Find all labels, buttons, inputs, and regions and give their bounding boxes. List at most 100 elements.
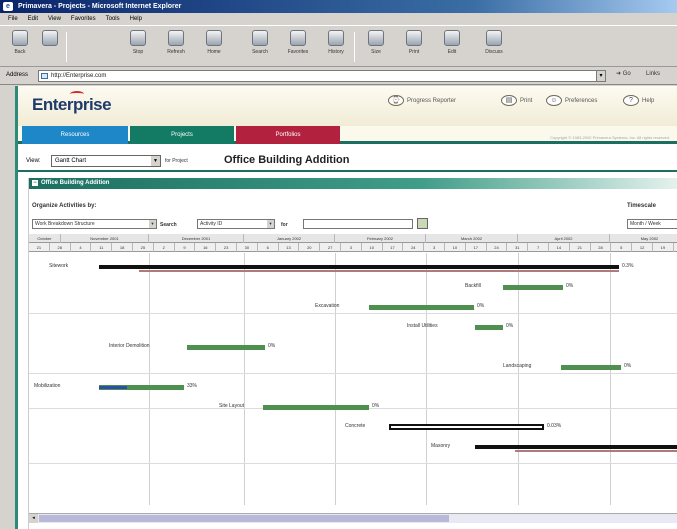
- month-cell: April 2002: [518, 234, 610, 243]
- task-label: Install Utilities: [407, 323, 438, 329]
- back-arrow-icon: [12, 30, 28, 46]
- window-title-bar: e Primavera - Projects - Microsoft Inter…: [0, 0, 677, 13]
- edit-button[interactable]: Edit: [438, 30, 466, 64]
- grid-line: [518, 253, 519, 505]
- discuss-button[interactable]: Discuss: [480, 30, 508, 64]
- task-bar[interactable]: [561, 365, 621, 370]
- task-bar[interactable]: [263, 405, 369, 410]
- week-cell: 13: [279, 243, 300, 252]
- preferences-link[interactable]: ☺ Preferences: [546, 95, 597, 107]
- grid-line: [335, 253, 336, 505]
- grid-line: [244, 253, 245, 505]
- history-icon: [328, 30, 344, 46]
- week-cell: 21: [29, 243, 50, 252]
- page-icon: [41, 73, 48, 79]
- week-cell: 28: [50, 243, 71, 252]
- search-field-select[interactable]: Activity ID ▼: [197, 219, 275, 229]
- print-button[interactable]: Print: [400, 30, 428, 64]
- menu-favorites[interactable]: Favorites: [71, 13, 96, 25]
- month-cell: January 2002: [244, 234, 335, 243]
- tab-portfolios[interactable]: Portfolios: [236, 126, 340, 144]
- tab-projects[interactable]: Projects: [130, 126, 234, 144]
- horizontal-scrollbar[interactable]: ◂: [29, 513, 677, 523]
- project-title: Office Building Addition: [224, 154, 350, 166]
- preferences-icon: ☺: [546, 95, 562, 106]
- month-header: October November 2001 December 2001 January…: [29, 234, 677, 243]
- percent-complete: 33%: [187, 383, 198, 389]
- task-bar[interactable]: [475, 325, 503, 330]
- grid-line: [610, 253, 611, 505]
- chevron-down-icon: ▼: [151, 156, 160, 166]
- scroll-left-icon[interactable]: ◂: [29, 514, 38, 523]
- organize-select[interactable]: Work Breakdown Structure ▼: [32, 219, 157, 229]
- scrollbar-thumb[interactable]: [39, 515, 449, 522]
- week-cell: 21: [570, 243, 591, 252]
- internet-explorer-icon: e: [3, 2, 13, 11]
- forward-button[interactable]: [36, 30, 64, 64]
- gantt-body: Sitework 0.3% Backfill 0% Excavation 0% Instal…: [29, 253, 677, 505]
- menu-tools[interactable]: Tools: [106, 13, 120, 25]
- menu-help[interactable]: Help: [130, 13, 142, 25]
- week-cell: 10: [362, 243, 383, 252]
- timescale-select[interactable]: Month / Week: [627, 219, 677, 229]
- week-header: 21 28 4 11 18 25 2 9 16 23 30 6 13 20 27 3 10 17 24 3 10 17 24…: [29, 243, 677, 252]
- address-input[interactable]: http://Enterprise.com: [38, 70, 604, 82]
- favorites-button[interactable]: Favorites: [284, 30, 312, 64]
- address-dropdown-button[interactable]: ▾: [596, 70, 606, 82]
- print-link[interactable]: ▤ Print: [501, 95, 532, 107]
- task-label: Excavation: [315, 303, 340, 309]
- task-label: Masonry: [431, 443, 451, 449]
- menu-edit[interactable]: Edit: [28, 13, 38, 25]
- week-cell: 27: [320, 243, 341, 252]
- stop-button[interactable]: Stop: [124, 30, 152, 64]
- grid-line: [29, 373, 677, 374]
- gantt-section: − Office Building Addition Organize Acti…: [28, 178, 677, 529]
- chevron-down-icon: ▼: [149, 220, 156, 228]
- links-button[interactable]: Links: [646, 71, 660, 77]
- text-size-button[interactable]: Size: [362, 30, 390, 64]
- week-cell: 19: [653, 243, 674, 252]
- week-cell: 17: [466, 243, 487, 252]
- menu-view[interactable]: View: [48, 13, 61, 25]
- find-button[interactable]: [417, 218, 428, 229]
- for-label: for: [281, 222, 288, 228]
- progress-reporter-link[interactable]: ⌚ Progress Reporter: [388, 95, 456, 107]
- section-header[interactable]: − Office Building Addition: [29, 178, 677, 189]
- section-title: Office Building Addition: [41, 180, 110, 186]
- task-bar[interactable]: [369, 305, 474, 310]
- percent-complete: 0%: [268, 343, 276, 349]
- menu-file[interactable]: File: [8, 13, 18, 25]
- timescale-label: Timescale: [627, 203, 656, 209]
- tab-resources[interactable]: Resources: [22, 126, 128, 144]
- view-select[interactable]: Gantt Chart ▼: [51, 155, 161, 167]
- task-label: Backfill: [465, 283, 481, 289]
- refresh-button[interactable]: Refresh: [162, 30, 190, 64]
- week-cell: 24: [403, 243, 425, 252]
- week-cell: 18: [112, 243, 133, 252]
- back-button[interactable]: Back: [6, 30, 34, 64]
- week-cell: 7: [528, 243, 549, 252]
- task-bar[interactable]: [187, 345, 265, 350]
- refresh-icon: [168, 30, 184, 46]
- window-title: Primavera - Projects - Microsoft Interne…: [18, 3, 182, 10]
- home-button[interactable]: Home: [200, 30, 228, 64]
- go-button[interactable]: ➜ Go: [616, 70, 631, 77]
- menu-bar: File Edit View Favorites Tools Help: [0, 13, 677, 25]
- week-cell: 25: [133, 243, 154, 252]
- collapse-icon[interactable]: −: [32, 180, 38, 186]
- task-bar[interactable]: [475, 445, 677, 449]
- week-cell: 16: [195, 243, 217, 252]
- task-bar[interactable]: [389, 424, 544, 430]
- help-link[interactable]: ? Help: [623, 95, 654, 107]
- search-button[interactable]: Search: [246, 30, 274, 64]
- month-cell: March 2002: [426, 234, 518, 243]
- percent-complete: 0.3%: [622, 263, 634, 269]
- month-cell: December 2001: [149, 234, 244, 243]
- history-button[interactable]: History: [322, 30, 350, 64]
- app-header: Enterprise ⌚ Progress Reporter ▤ Print ☺ Pr…: [18, 86, 677, 126]
- week-cell: 23: [216, 243, 237, 252]
- task-bar[interactable]: [99, 265, 619, 269]
- search-input[interactable]: [303, 219, 413, 229]
- task-bar[interactable]: [503, 285, 563, 290]
- month-cell: February 2002: [335, 234, 426, 243]
